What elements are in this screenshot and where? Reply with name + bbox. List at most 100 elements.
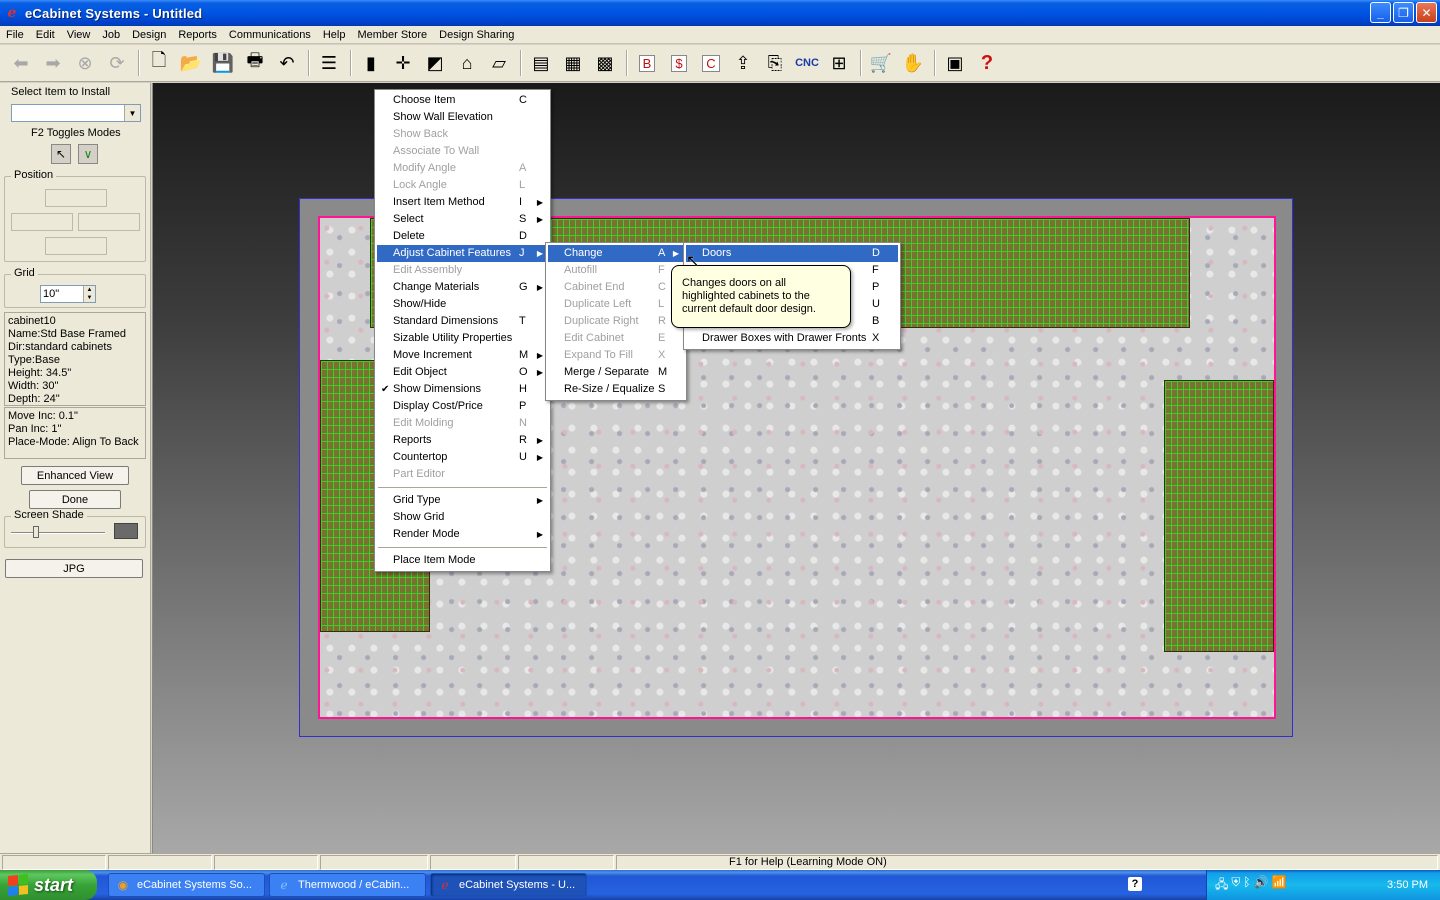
menu-job[interactable]: Job [96, 29, 126, 41]
menu-design-sharing[interactable]: Design Sharing [433, 29, 520, 41]
forward-arrow-button[interactable]: ➡ [38, 48, 68, 78]
shade-color-swatch[interactable] [114, 523, 138, 539]
menu-item-standard-dimensions[interactable]: Standard Dimensions T [377, 313, 548, 330]
menu-item-doors[interactable]: Doors D [686, 245, 898, 262]
help-question-button[interactable]: ? [972, 48, 1002, 78]
menu-reports[interactable]: Reports [172, 29, 223, 41]
menu-design[interactable]: Design [126, 29, 172, 41]
menu-help[interactable]: Help [317, 29, 352, 41]
menu-item-show-dimensions[interactable]: ✔ Show Dimensions H [377, 381, 548, 398]
place-mode-button[interactable]: ∨ [78, 144, 98, 164]
cabinet-list-button[interactable]: ▦ [558, 48, 588, 78]
menu-item-edit-object[interactable]: Edit Object O ▶ [377, 364, 548, 381]
menu-item-lock-angle[interactable]: Lock Angle L [377, 177, 548, 194]
menu-item-show-hide[interactable]: Show/Hide [377, 296, 548, 313]
menu-item-associate-to-wall[interactable]: Associate To Wall [377, 143, 548, 160]
upload-button[interactable]: ⇪ [728, 48, 758, 78]
price-report-button[interactable]: $ [664, 48, 694, 78]
bluetooth-icon[interactable]: ᛒ [1243, 875, 1250, 896]
screen-shade-slider[interactable] [11, 526, 105, 538]
open-folder-button[interactable]: 📂 [176, 48, 206, 78]
select-mode-button[interactable]: ↖ [51, 144, 71, 164]
countertop-button[interactable]: ▱ [484, 48, 514, 78]
menu-item-edit-molding[interactable]: Edit Molding N [377, 415, 548, 432]
menu-item-drawer-boxes-with-drawer-fronts[interactable]: Drawer Boxes with Drawer Fronts X [686, 330, 898, 347]
molding-button[interactable]: ◩ [420, 48, 450, 78]
minimize-button[interactable]: _ [1370, 2, 1391, 23]
menu-item-autofill[interactable]: Autofill F [548, 262, 684, 279]
refresh-button[interactable]: ⟳ [102, 48, 132, 78]
menu-edit[interactable]: Edit [30, 29, 61, 41]
materials-button[interactable]: ▮ [356, 48, 386, 78]
menu-item-select[interactable]: Select S ▶ [377, 211, 548, 228]
menu-item-reports[interactable]: Reports R ▶ [377, 432, 548, 449]
menu-item-cabinet-end[interactable]: Cabinet End C [548, 279, 684, 296]
menu-item-render-mode[interactable]: Render Mode ▶ [377, 526, 548, 543]
position-field-bottom[interactable] [45, 237, 107, 255]
menu-item-show-grid[interactable]: Show Grid [377, 509, 548, 526]
menu-item-duplicate-right[interactable]: Duplicate Right R [548, 313, 684, 330]
menu-file[interactable]: File [0, 29, 30, 41]
design-workspace[interactable] [152, 83, 1440, 853]
menu-item-choose-item[interactable]: Choose Item C [377, 92, 548, 109]
menu-item-modify-angle[interactable]: Modify Angle A [377, 160, 548, 177]
enhanced-view-button[interactable]: Enhanced View [21, 466, 129, 485]
network-icon[interactable]: 🖧 [1215, 875, 1228, 896]
chevron-down-icon[interactable]: ▼ [124, 105, 140, 121]
menu-item-show-wall-elevation[interactable]: Show Wall Elevation [377, 109, 548, 126]
select-item-combo[interactable]: ▼ [11, 104, 141, 122]
arch-button[interactable]: ⌂ [452, 48, 482, 78]
position-field-right[interactable] [78, 213, 140, 231]
restore-button[interactable]: ❐ [1393, 2, 1414, 23]
grid-size-input[interactable]: 10" ▲ ▼ [40, 285, 96, 303]
spin-up-icon[interactable]: ▲ [83, 286, 95, 294]
menu-communications[interactable]: Communications [223, 29, 317, 41]
menu-item-sizable-utility-properties[interactable]: Sizable Utility Properties [377, 330, 548, 347]
taskbar-button[interactable]: ℯ Thermwood / eCabin... [269, 873, 426, 897]
position-field-left[interactable] [11, 213, 73, 231]
new-file-button[interactable]: 🗋 [144, 48, 174, 78]
settings-sliders-button[interactable]: ☰ [314, 48, 344, 78]
jpg-button[interactable]: JPG [5, 559, 143, 578]
cnc-button[interactable]: CNC [792, 48, 822, 78]
menu-item-change-materials[interactable]: Change Materials G ▶ [377, 279, 548, 296]
floor-plan-button[interactable]: ▩ [590, 48, 620, 78]
cabinet-right-wall[interactable] [1164, 380, 1274, 652]
menu-item-part-editor[interactable]: Part Editor [377, 466, 548, 483]
menu-item-display-cost-price[interactable]: Display Cost/Price P [377, 398, 548, 415]
menu-item-adjust-cabinet-features[interactable]: Adjust Cabinet Features J ▶ [377, 245, 548, 262]
menu-item-duplicate-left[interactable]: Duplicate Left L [548, 296, 684, 313]
taskbar-button[interactable]: ℯ eCabinet Systems - U... [430, 873, 587, 897]
menu-item-show-back[interactable]: Show Back [377, 126, 548, 143]
menu-item-change[interactable]: Change A ▶ [548, 245, 684, 262]
menu-item-edit-cabinet[interactable]: Edit Cabinet E [548, 330, 684, 347]
spin-down-icon[interactable]: ▼ [83, 294, 95, 302]
menu-item-countertop[interactable]: Countertop U ▶ [377, 449, 548, 466]
render-view-button[interactable]: ▣ [940, 48, 970, 78]
menu-view[interactable]: View [61, 29, 97, 41]
nesting-button[interactable]: ⊞ [824, 48, 854, 78]
done-button[interactable]: Done [29, 490, 121, 509]
menu-item-insert-item-method[interactable]: Insert Item Method I ▶ [377, 194, 548, 211]
position-field-top[interactable] [45, 189, 107, 207]
cabinet-button[interactable]: ▤ [526, 48, 556, 78]
export-button[interactable]: ⎘ [760, 48, 790, 78]
menu-item-re-size-equalize[interactable]: Re-Size / Equalize S [548, 381, 684, 398]
dimension-button[interactable]: ✛ [388, 48, 418, 78]
wireless-icon[interactable]: 📶 [1272, 875, 1287, 896]
menu-item-edit-assembly[interactable]: Edit Assembly [377, 262, 548, 279]
cutlist-report-button[interactable]: C [696, 48, 726, 78]
taskbar-button[interactable]: ◉ eCabinet Systems So... [108, 873, 265, 897]
menu-item-place-item-mode[interactable]: Place Item Mode [377, 552, 548, 569]
slider-thumb[interactable] [33, 526, 39, 538]
handshake-button[interactable]: ✋ [898, 48, 928, 78]
stop-button[interactable]: ⊗ [70, 48, 100, 78]
bid-report-button[interactable]: B [632, 48, 662, 78]
help-tray-icon[interactable]: ? [1128, 877, 1142, 891]
security-shield-icon[interactable]: ⛨ [1231, 875, 1240, 896]
menu-member-store[interactable]: Member Store [351, 29, 433, 41]
menu-item-merge-separate[interactable]: Merge / Separate M [548, 364, 684, 381]
close-button[interactable]: ✕ [1416, 2, 1437, 23]
start-button[interactable]: start [0, 870, 97, 900]
menu-item-grid-type[interactable]: Grid Type ▶ [377, 492, 548, 509]
